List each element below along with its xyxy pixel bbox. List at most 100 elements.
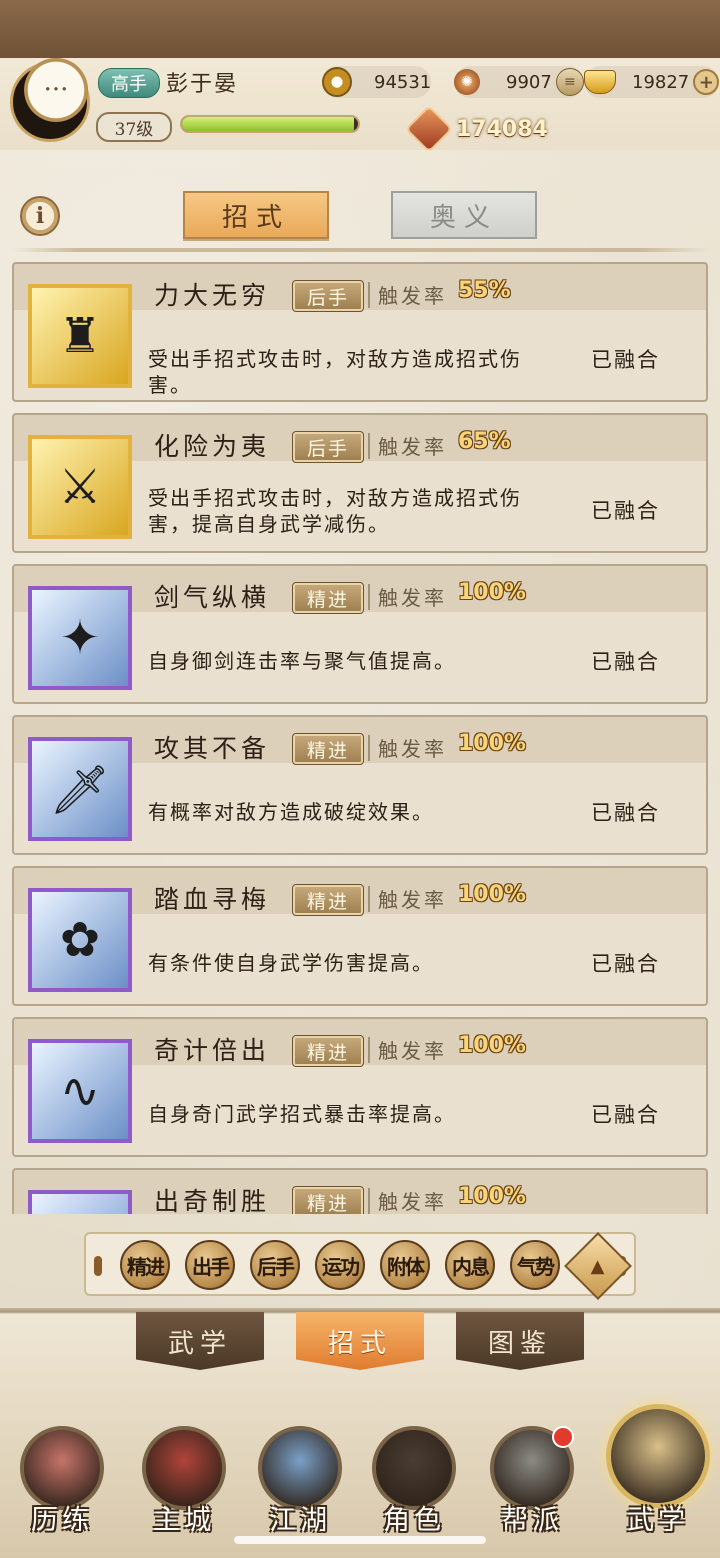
chat-icon[interactable]: ··· <box>24 58 88 122</box>
trigger-label: 触发率 <box>378 586 447 610</box>
skill-type-badge: 精进 <box>292 582 364 614</box>
coin-value: 94531 <box>374 71 432 93</box>
fused-status: 已融合 <box>591 952 660 976</box>
separator <box>368 584 370 610</box>
skill-card[interactable]: ∿ 奇计倍出 精进 触发率 100% 自身奇门武学招式暴击率提高。 已融合 <box>12 1017 708 1157</box>
filter-collapse-button[interactable]: ▲ <box>564 1232 632 1300</box>
nav-item-0[interactable]: 历练 <box>14 1426 110 1546</box>
trigger-rate: 65% <box>458 429 511 454</box>
info-button[interactable]: i <box>20 196 60 236</box>
skill-card[interactable]: 🗡 攻其不备 精进 触发率 100% 有概率对敌方造成破绽效果。 已融合 <box>12 715 708 855</box>
trigger-rate: 55% <box>458 278 511 303</box>
filter-qishi-button[interactable]: 气势 <box>510 1240 560 1290</box>
blade-icon: ⟋ <box>28 1190 132 1214</box>
nav-item-5[interactable]: 武学 <box>606 1404 710 1546</box>
coin-icon: ● <box>322 67 352 97</box>
gold-ingot-icon <box>584 70 616 94</box>
coin-counter: ● 94531 <box>322 66 432 98</box>
fused-status: 已融合 <box>591 650 660 674</box>
skill-type-badge: 后手 <box>292 431 364 463</box>
skill-card[interactable]: ✦ 剑气纵横 精进 触发率 100% 自身御剑连击率与聚气值提高。 已融合 <box>12 564 708 704</box>
filter-houshou-button[interactable]: 后手 <box>250 1240 300 1290</box>
skill-type-badge: 后手 <box>292 280 364 312</box>
plum-blossom-icon: ✿ <box>28 888 132 992</box>
nav-item-4[interactable]: 帮派 <box>484 1426 580 1546</box>
energy-value: 9907 <box>506 71 552 93</box>
sword-burst-icon: ✦ <box>28 586 132 690</box>
trigger-label: 触发率 <box>378 435 447 459</box>
skill-name: 奇计倍出 <box>154 1036 271 1065</box>
skill-name: 剑气纵横 <box>154 583 271 612</box>
exp-bar <box>180 115 360 133</box>
filter-neixi-button[interactable]: 内息 <box>445 1240 495 1290</box>
skill-name: 攻其不备 <box>154 734 271 763</box>
fused-status: 已融合 <box>591 801 660 825</box>
trigger-rate: 100% <box>458 1033 526 1058</box>
chevron-up-icon: ▲ <box>591 1255 605 1277</box>
subtab-martial-arts[interactable]: 武学 <box>136 1312 264 1370</box>
energy-icon: ✺ <box>454 69 480 95</box>
ingot-value: 19827 <box>632 71 690 93</box>
home-indicator[interactable] <box>234 1536 486 1544</box>
separator <box>368 1188 370 1214</box>
skill-card[interactable]: ⟋ 出奇制胜 精进 触发率 100% <box>12 1168 708 1214</box>
nav-label: 主城 <box>153 1505 215 1536</box>
leaping-swordsman-icon: 🗡 <box>28 737 132 841</box>
skill-name: 出奇制胜 <box>154 1187 271 1214</box>
filter-bar-left-cap <box>94 1256 102 1276</box>
separator <box>368 1037 370 1063</box>
nav-item-2[interactable]: 江湖 <box>252 1426 348 1546</box>
skill-name: 力大无穷 <box>154 281 271 310</box>
tab-mysteries[interactable]: 奥义 <box>391 191 537 239</box>
skill-glyph: ⟋ <box>32 1194 128 1215</box>
energy-counter: ✺ 9907 ≡ <box>454 66 584 98</box>
skill-card[interactable]: ⚔ 化险为夷 后手 触发率 65% 受出手招式攻击时，对敌方造成招式伤害，提高自… <box>12 413 708 553</box>
skill-glyph: ✿ <box>59 912 101 968</box>
skill-name: 化险为夷 <box>154 432 271 461</box>
separator <box>368 735 370 761</box>
separator <box>368 282 370 308</box>
filter-yungong-button[interactable]: 运功 <box>315 1240 365 1290</box>
power-gem-icon <box>404 104 454 154</box>
ingot-add-button[interactable]: + <box>693 69 720 95</box>
skill-card[interactable]: ✿ 踏血寻梅 精进 触发率 100% 有条件使自身武学伤害提高。 已融合 <box>12 866 708 1006</box>
nav-label: 江湖 <box>269 1505 331 1536</box>
trigger-label: 触发率 <box>378 888 447 912</box>
level-badge: 37级 <box>96 112 172 142</box>
skill-type-badge: 精进 <box>292 733 364 765</box>
skill-glyph: ♜ <box>58 308 102 364</box>
chain-warrior-icon: ⚔ <box>28 435 132 539</box>
player-name: 彭于晏 <box>166 72 239 97</box>
nav-label: 帮派 <box>501 1505 563 1536</box>
skill-glyph: ✦ <box>59 610 101 666</box>
rank-badge: 高手 <box>98 68 160 98</box>
skill-glyph: ⚔ <box>58 459 102 515</box>
skill-type-badge: 精进 <box>292 1186 364 1214</box>
separator <box>368 886 370 912</box>
divider <box>12 248 708 252</box>
tab-moves[interactable]: 招式 <box>183 191 329 239</box>
energy-add-icon[interactable]: ≡ <box>555 68 584 96</box>
skill-list[interactable]: ♜ 力大无穷 后手 触发率 55% 受出手招式攻击时，对敌方造成招式伤害。 已融合… <box>12 262 708 1214</box>
filter-bar: ▲ 精进 出手 后手 运功 附体 内息 气势 <box>84 1232 636 1300</box>
skill-card[interactable]: ♜ 力大无穷 后手 触发率 55% 受出手招式攻击时，对敌方造成招式伤害。 已融合 <box>12 262 708 402</box>
filter-futi-button[interactable]: 附体 <box>380 1240 430 1290</box>
nav-item-3[interactable]: 角色 <box>366 1426 462 1546</box>
subtab-moves[interactable]: 招式 <box>296 1312 424 1370</box>
skill-type-badge: 精进 <box>292 1035 364 1067</box>
scrolls-icon <box>606 1404 710 1508</box>
skill-description: 自身奇门武学招式暴击率提高。 <box>148 1102 456 1126</box>
skill-description: 有概率对敌方造成破绽效果。 <box>148 800 434 824</box>
nav-item-1[interactable]: 主城 <box>136 1426 232 1546</box>
skill-glyph: ∿ <box>59 1063 101 1119</box>
filter-jingjin-button[interactable]: 精进 <box>120 1240 170 1290</box>
nav-label: 武学 <box>627 1505 689 1536</box>
subtab-codex[interactable]: 图鉴 <box>456 1312 584 1370</box>
power-value: 174084 <box>456 116 548 142</box>
trigger-label: 触发率 <box>378 1039 447 1063</box>
separator <box>368 433 370 459</box>
filter-chushou-button[interactable]: 出手 <box>185 1240 235 1290</box>
exp-bar-fill <box>182 117 355 131</box>
scroll-icon: ∿ <box>28 1039 132 1143</box>
trigger-rate: 100% <box>458 882 526 907</box>
